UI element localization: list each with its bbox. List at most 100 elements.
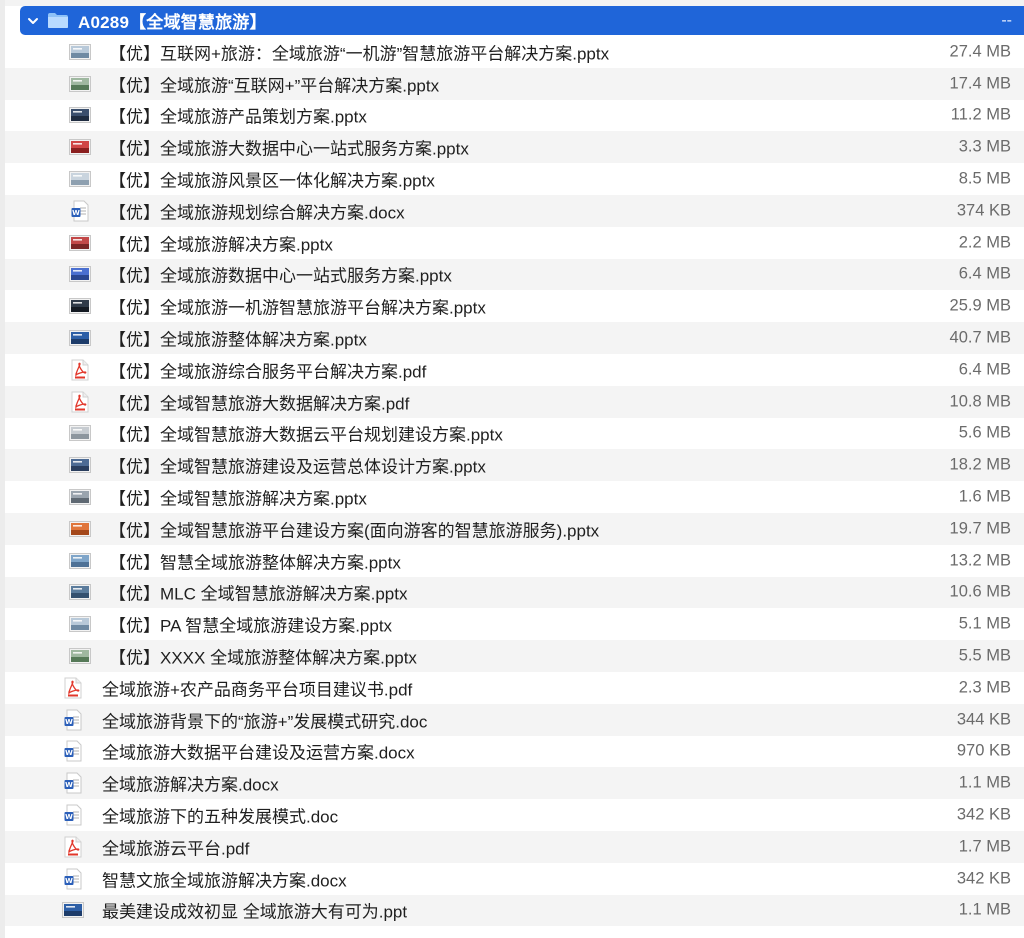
presentation-thumbnail-icon xyxy=(69,168,91,190)
file-row[interactable]: 全域旅游+农产品商务平台项目建议书.pdf 2.3 MB xyxy=(5,672,1024,704)
pdf-file-icon xyxy=(69,359,91,381)
file-row[interactable]: W 【优】全域旅游规划综合解决方案.docx 374 KB xyxy=(5,194,1024,227)
file-size: 18.2 MB xyxy=(949,455,1011,474)
file-name: 【优】全域智慧旅游解决方案.pptx xyxy=(109,489,367,509)
file-name: 【优】PA 智慧全域旅游建设方案.pptx xyxy=(109,616,393,636)
file-row[interactable]: 【优】全域旅游数据中心一站式服务方案.pptx 6.4 MB xyxy=(5,258,1024,291)
file-row[interactable]: W 全域旅游下的五种发展模式.doc 342 KB xyxy=(5,799,1024,831)
file-row[interactable]: 最美建设成效初显 全域旅游大有可为.ppt 1.1 MB xyxy=(5,894,1024,927)
file-name: 全域旅游下的五种发展模式.doc xyxy=(102,807,339,827)
file-row[interactable]: 【优】全域旅游综合服务平台解决方案.pdf 6.4 MB xyxy=(5,354,1024,386)
file-name: 【优】全域智慧旅游大数据解决方案.pdf xyxy=(109,394,410,414)
file-size: 1.1 MB xyxy=(958,773,1011,792)
file-size: 5.6 MB xyxy=(958,423,1011,442)
file-size: 11.2 MB xyxy=(950,105,1011,124)
file-name: 【优】全域旅游一机游智慧旅游平台解决方案.pptx xyxy=(109,298,486,318)
presentation-thumbnail-icon xyxy=(69,104,91,126)
file-name: 【优】全域旅游综合服务平台解决方案.pdf xyxy=(109,362,427,382)
file-row[interactable]: 【优】全域智慧旅游平台建设方案(面向游客的智慧旅游服务).pptx 19.7 MB xyxy=(5,512,1024,545)
file-row[interactable]: 【优】全域智慧旅游解决方案.pptx 1.6 MB xyxy=(5,481,1024,513)
file-row[interactable]: 【优】全域旅游风景区一体化解决方案.pptx 8.5 MB xyxy=(5,163,1024,195)
presentation-thumbnail-icon xyxy=(69,550,91,572)
file-size: 374 KB xyxy=(956,201,1011,220)
file-row[interactable]: W 全域旅游大数据平台建设及运营方案.docx 970 KB xyxy=(5,736,1024,768)
folder-row-selected[interactable]: A0289【全域智慧旅游】 -- xyxy=(20,6,1024,35)
presentation-thumbnail-icon xyxy=(69,327,91,349)
file-name: 全域旅游解决方案.docx xyxy=(102,775,279,795)
file-name: 【优】全域智慧旅游平台建设方案(面向游客的智慧旅游服务).pptx xyxy=(109,521,600,541)
presentation-thumbnail-icon xyxy=(69,518,91,540)
file-size: 2.3 MB xyxy=(958,678,1011,697)
file-size: 27.4 MB xyxy=(949,42,1011,61)
file-name: 【优】全域智慧旅游大数据云平台规划建设方案.pptx xyxy=(109,425,503,445)
file-size: 2.2 MB xyxy=(958,233,1011,252)
file-size: 25.9 MB xyxy=(949,296,1011,315)
file-size: 344 KB xyxy=(956,710,1011,729)
file-row[interactable]: 【优】全域智慧旅游大数据云平台规划建设方案.pptx 5.6 MB xyxy=(5,418,1024,450)
file-row[interactable]: W 全域旅游背景下的“旅游+”发展模式研究.doc 344 KB xyxy=(5,703,1024,736)
file-name: 【优】互联网+旅游：全域旅游“一机游”智慧旅游平台解决方案.pptx xyxy=(109,44,610,64)
file-size: 19.7 MB xyxy=(949,519,1011,538)
file-name: 【优】全域旅游整体解决方案.pptx xyxy=(109,330,367,350)
presentation-thumbnail-icon xyxy=(69,454,91,476)
chevron-down-icon[interactable] xyxy=(26,14,40,28)
file-name: 【优】全域旅游规划综合解决方案.docx xyxy=(109,203,405,223)
file-name: 【优】全域旅游数据中心一站式服务方案.pptx xyxy=(109,266,452,286)
presentation-thumbnail-icon xyxy=(69,136,91,158)
folder-size: -- xyxy=(1001,11,1012,29)
presentation-thumbnail-icon xyxy=(62,899,84,921)
file-row[interactable]: 【优】PA 智慧全域旅游建设方案.pptx 5.1 MB xyxy=(5,608,1024,640)
file-row[interactable]: 【优】全域智慧旅游大数据解决方案.pdf 10.8 MB xyxy=(5,385,1024,418)
file-name: 【优】XXXX 全域旅游整体解决方案.pptx xyxy=(109,648,417,668)
file-size: 1.6 MB xyxy=(958,487,1011,506)
file-name: 【优】全域旅游解决方案.pptx xyxy=(109,235,333,255)
file-row[interactable]: 【优】全域旅游产品策划方案.pptx 11.2 MB xyxy=(5,100,1024,132)
file-row[interactable]: 【优】全域旅游整体解决方案.pptx 40.7 MB xyxy=(5,322,1024,354)
svg-text:W: W xyxy=(65,781,73,789)
file-name: 【优】全域旅游大数据中心一站式服务方案.pptx xyxy=(109,139,469,159)
file-size: 6.4 MB xyxy=(958,360,1011,379)
word-document-icon: W xyxy=(62,772,84,794)
file-size: 5.5 MB xyxy=(958,646,1011,665)
file-name: 【优】智慧全域旅游整体解决方案.pptx xyxy=(109,553,401,573)
file-size: 17.4 MB xyxy=(949,74,1011,93)
presentation-thumbnail-icon xyxy=(69,232,91,254)
file-size: 13.2 MB xyxy=(949,551,1011,570)
svg-text:W: W xyxy=(65,813,73,821)
file-row[interactable]: 【优】全域旅游“互联网+”平台解决方案.pptx 17.4 MB xyxy=(5,67,1024,100)
file-row[interactable]: W 智慧文旅全域旅游解决方案.docx 342 KB xyxy=(5,863,1024,895)
file-name: 全域旅游大数据平台建设及运营方案.docx xyxy=(102,743,415,763)
file-row[interactable]: 【优】全域智慧旅游建设及运营总体设计方案.pptx 18.2 MB xyxy=(5,449,1024,482)
file-size: 6.4 MB xyxy=(958,264,1011,283)
word-document-icon: W xyxy=(69,200,91,222)
file-size: 10.6 MB xyxy=(949,582,1011,601)
file-name: 全域旅游背景下的“旅游+”发展模式研究.doc xyxy=(102,712,428,732)
file-size: 970 KB xyxy=(956,741,1011,760)
file-size: 1.1 MB xyxy=(958,900,1011,919)
word-document-icon: W xyxy=(62,709,84,731)
file-size: 342 KB xyxy=(956,805,1011,824)
file-row[interactable]: 【优】MLC 全域智慧旅游解决方案.pptx 10.6 MB xyxy=(5,576,1024,609)
file-row[interactable]: 【优】全域旅游大数据中心一站式服务方案.pptx 3.3 MB xyxy=(5,131,1024,164)
file-row[interactable]: 【优】全域旅游一机游智慧旅游平台解决方案.pptx 25.9 MB xyxy=(5,290,1024,322)
folder-icon xyxy=(47,12,69,29)
folder-name: A0289【全域智慧旅游】 xyxy=(78,13,267,32)
svg-text:W: W xyxy=(65,749,73,757)
file-size: 1.7 MB xyxy=(958,837,1011,856)
file-size: 10.8 MB xyxy=(949,392,1011,411)
svg-text:W: W xyxy=(65,718,73,726)
word-document-icon: W xyxy=(62,868,84,890)
presentation-thumbnail-icon xyxy=(69,581,91,603)
file-row[interactable]: W 全域旅游解决方案.docx 1.1 MB xyxy=(5,767,1024,800)
file-list: 【优】互联网+旅游：全域旅游“一机游”智慧旅游平台解决方案.pptx 27.4 M… xyxy=(5,36,1024,927)
file-row[interactable]: 全域旅游云平台.pdf 1.7 MB xyxy=(5,830,1024,863)
word-document-icon: W xyxy=(62,740,84,762)
file-row[interactable]: 【优】XXXX 全域旅游整体解决方案.pptx 5.5 MB xyxy=(5,640,1024,672)
svg-text:W: W xyxy=(65,877,73,885)
presentation-thumbnail-icon xyxy=(69,422,91,444)
file-row[interactable]: 【优】全域旅游解决方案.pptx 2.2 MB xyxy=(5,227,1024,259)
file-row[interactable]: 【优】智慧全域旅游整体解决方案.pptx 13.2 MB xyxy=(5,545,1024,577)
file-name: 【优】MLC 全域智慧旅游解决方案.pptx xyxy=(109,584,408,604)
presentation-thumbnail-icon xyxy=(69,295,91,317)
file-row[interactable]: 【优】互联网+旅游：全域旅游“一机游”智慧旅游平台解决方案.pptx 27.4 M… xyxy=(5,36,1024,68)
